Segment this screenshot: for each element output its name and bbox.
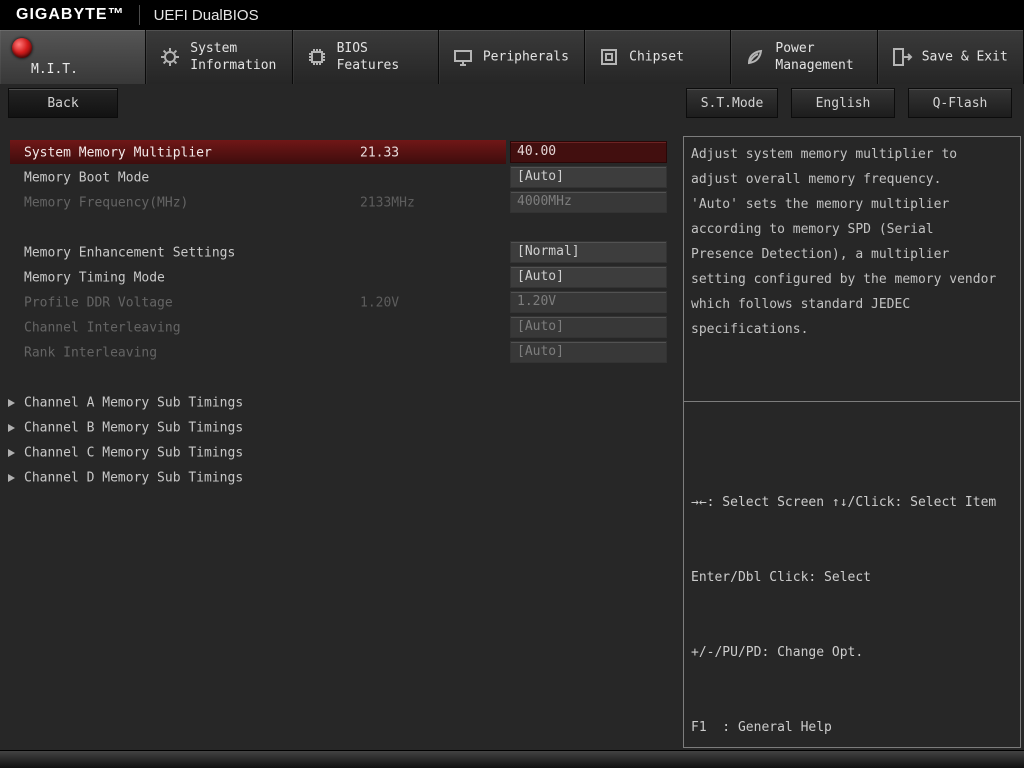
- settings-list: System Memory Multiplier 21.33 40.00 Mem…: [0, 140, 676, 490]
- setting-value-box[interactable]: [Normal]: [510, 241, 667, 263]
- setting-label: Rank Interleaving: [24, 345, 158, 360]
- uefi-bios-screen: GIGABYTE™ UEFI DualBIOS M.I.T. System In…: [0, 0, 1024, 768]
- setting-label: Channel Interleaving: [24, 320, 181, 335]
- setting-value-box[interactable]: [Auto]: [510, 166, 667, 188]
- tab-label: BIOS Features: [336, 41, 400, 73]
- tab-peripherals[interactable]: Peripherals: [438, 30, 586, 84]
- tab-system-information[interactable]: System Information: [146, 30, 293, 84]
- chipset-icon: [597, 45, 621, 69]
- back-button[interactable]: Back: [8, 88, 118, 118]
- tab-label: M.I.T.: [31, 62, 78, 77]
- footer-bar: [0, 750, 1024, 768]
- mit-logo-icon: [12, 38, 32, 58]
- gear-icon: [158, 45, 182, 69]
- setting-value-box: 4000MHz: [510, 191, 667, 213]
- setting-label: Profile DDR Voltage: [24, 295, 173, 310]
- submenu-channel-c-sub-timings[interactable]: Channel C Memory Sub Timings: [0, 440, 676, 465]
- help-panel-divider: [684, 401, 1020, 402]
- setting-row-memory-boot-mode[interactable]: Memory Boot Mode [Auto]: [0, 165, 676, 190]
- setting-label: Memory Timing Mode: [24, 270, 165, 285]
- toolbar: Back S.T.Mode English Q-Flash: [0, 84, 1024, 130]
- tab-power-management[interactable]: Power Management: [731, 30, 878, 84]
- submenu-label: Channel C Memory Sub Timings: [24, 445, 244, 460]
- submenu-arrow-icon: [8, 398, 15, 407]
- submenu-arrow-icon: [8, 448, 15, 457]
- bios-chip-icon: [305, 45, 329, 69]
- setting-current-value: 21.33: [360, 145, 400, 160]
- tab-bar: M.I.T. System Information BIOS Features …: [0, 30, 1024, 84]
- setting-row-channel-interleaving: Channel Interleaving [Auto]: [0, 315, 676, 340]
- tab-label: System Information: [190, 41, 277, 73]
- key-legend: →←: Select Screen ↑↓/Click: Select Item …: [691, 440, 1018, 768]
- key-legend-line: +/-/PU/PD: Change Opt.: [691, 645, 864, 660]
- submenu-channel-d-sub-timings[interactable]: Channel D Memory Sub Timings: [0, 465, 676, 490]
- st-mode-button[interactable]: S.T.Mode: [686, 88, 778, 118]
- submenu-channel-b-sub-timings[interactable]: Channel B Memory Sub Timings: [0, 415, 676, 440]
- power-leaf-icon: [743, 45, 767, 69]
- key-legend-line: →←: Select Screen ↑↓/Click: Select Item: [691, 495, 997, 510]
- submenu-channel-a-sub-timings[interactable]: Channel A Memory Sub Timings: [0, 390, 676, 415]
- submenu-arrow-icon: [8, 423, 15, 432]
- tab-label: Chipset: [629, 49, 684, 65]
- tab-bios-features[interactable]: BIOS Features: [292, 30, 439, 84]
- setting-value-box[interactable]: [Auto]: [510, 266, 667, 288]
- setting-row-rank-interleaving: Rank Interleaving [Auto]: [0, 340, 676, 365]
- row-spacer: [0, 365, 676, 390]
- setting-row-memory-enhancement-settings[interactable]: Memory Enhancement Settings [Normal]: [0, 240, 676, 265]
- submenu-label: Channel D Memory Sub Timings: [24, 470, 244, 485]
- setting-value-box: [Auto]: [510, 341, 667, 363]
- submenu-label: Channel A Memory Sub Timings: [24, 395, 244, 410]
- row-spacer: [0, 215, 676, 240]
- tab-label: Save & Exit: [921, 49, 1008, 65]
- help-panel: Adjust system memory multiplier to adjus…: [683, 136, 1021, 748]
- setting-label: System Memory Multiplier: [24, 145, 212, 160]
- help-description: Adjust system memory multiplier to adjus…: [691, 147, 997, 337]
- language-button[interactable]: English: [791, 88, 895, 118]
- peripherals-icon: [451, 45, 475, 69]
- setting-current-value: 2133MHz: [360, 195, 415, 210]
- setting-row-memory-frequency: Memory Frequency(MHz) 2133MHz 4000MHz: [0, 190, 676, 215]
- setting-value-box[interactable]: 40.00: [510, 141, 667, 163]
- setting-row-profile-ddr-voltage: Profile DDR Voltage 1.20V 1.20V: [0, 290, 676, 315]
- toolbar-right-buttons: S.T.Mode English Q-Flash: [686, 88, 1012, 118]
- setting-label: Memory Frequency(MHz): [24, 195, 189, 210]
- q-flash-button[interactable]: Q-Flash: [908, 88, 1012, 118]
- divider: [138, 5, 140, 25]
- tab-label: Peripherals: [482, 49, 569, 65]
- setting-label: Memory Boot Mode: [24, 170, 150, 185]
- page-title: UEFI DualBIOS: [153, 6, 259, 24]
- submenu-arrow-icon: [8, 473, 15, 482]
- key-legend-line: Enter/Dbl Click: Select: [691, 570, 872, 585]
- setting-value-box: [Auto]: [510, 316, 667, 338]
- tab-chipset[interactable]: Chipset: [585, 30, 732, 84]
- tab-save-exit[interactable]: Save & Exit: [877, 30, 1024, 84]
- setting-label: Memory Enhancement Settings: [24, 245, 236, 260]
- top-bar: GIGABYTE™ UEFI DualBIOS: [0, 0, 1024, 30]
- exit-door-icon: [890, 45, 914, 69]
- gigabyte-logo: GIGABYTE™: [16, 6, 125, 23]
- tab-label: Power Management: [775, 41, 854, 73]
- setting-value-box: 1.20V: [510, 291, 667, 313]
- setting-current-value: 1.20V: [360, 295, 400, 310]
- setting-row-system-memory-multiplier[interactable]: System Memory Multiplier 21.33 40.00: [0, 140, 676, 165]
- key-legend-line: F1 : General Help: [691, 720, 832, 735]
- submenu-label: Channel B Memory Sub Timings: [24, 420, 244, 435]
- setting-row-memory-timing-mode[interactable]: Memory Timing Mode [Auto]: [0, 265, 676, 290]
- tab-mit[interactable]: M.I.T.: [0, 30, 147, 84]
